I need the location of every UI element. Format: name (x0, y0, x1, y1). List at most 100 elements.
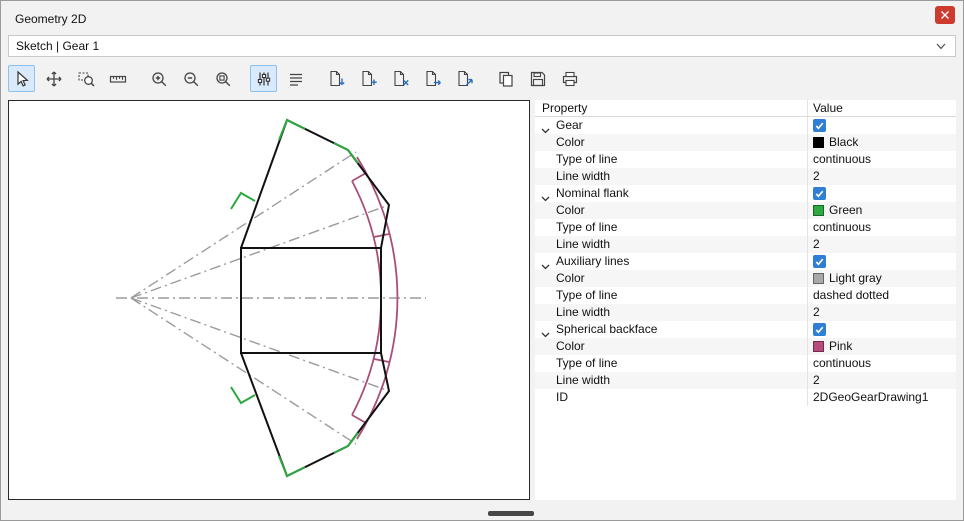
select-icon (13, 70, 31, 88)
sketch-selector-value: Sketch | Gear 1 (16, 39, 99, 53)
property-row[interactable]: Color Pink (535, 338, 956, 355)
zoom-out-tool-button[interactable] (177, 65, 204, 92)
properties-toggle-button[interactable] (250, 65, 277, 92)
zoom-fit-icon (214, 70, 232, 88)
property-label: Type of line (535, 287, 807, 304)
chevron-down-icon[interactable] (541, 190, 550, 202)
select-tool-button[interactable] (8, 65, 35, 92)
document-download-icon (327, 70, 346, 88)
color-swatch (813, 205, 824, 216)
group-label: Nominal flank (556, 186, 629, 200)
document-add-icon (359, 70, 378, 88)
gear-visibility-checkbox[interactable] (813, 119, 826, 132)
property-label: Type of line (535, 355, 807, 372)
property-value: Light gray (829, 270, 882, 287)
property-value: 2 (813, 236, 820, 253)
move-icon (45, 70, 63, 88)
titlebar: Geometry 2D (1, 1, 963, 35)
horizontal-scrollbar-thumb[interactable] (488, 511, 534, 516)
group-row-auxiliary-lines[interactable]: Auxiliary lines (535, 253, 956, 270)
group-row-nominal-flank[interactable]: Nominal flank (535, 185, 956, 202)
header-property: Property (535, 100, 807, 116)
property-row[interactable]: Type of line continuous (535, 219, 956, 236)
save-icon (529, 70, 547, 88)
property-label: Color (535, 202, 807, 219)
gear-drawing (9, 101, 529, 499)
property-label: ID (535, 389, 807, 406)
property-row[interactable]: Color Black (535, 134, 956, 151)
export-document-button[interactable] (419, 65, 446, 92)
property-value: continuous (813, 355, 871, 372)
property-value: Pink (829, 338, 852, 355)
property-row[interactable]: Line width 2 (535, 168, 956, 185)
group-label: Auxiliary lines (556, 254, 629, 268)
property-label: Line width (535, 236, 807, 253)
main-area: Property Value Gear Color (8, 100, 956, 500)
auxiliary-lines-visibility-checkbox[interactable] (813, 255, 826, 268)
list-icon (287, 70, 305, 88)
zoom-fit-tool-button[interactable] (209, 65, 236, 92)
color-swatch (813, 341, 824, 352)
zoom-in-tool-button[interactable] (145, 65, 172, 92)
zoom-out-icon (182, 70, 200, 88)
properties-rows: Gear Color Black Type of line continuous (535, 117, 956, 406)
auxiliary-lines (116, 152, 426, 444)
property-label: Line width (535, 304, 807, 321)
property-value: continuous (813, 219, 871, 236)
properties-header: Property Value (535, 100, 956, 117)
color-swatch (813, 273, 824, 284)
add-view-button[interactable] (355, 65, 382, 92)
pan-tool-button[interactable] (40, 65, 67, 92)
property-label: Color (535, 134, 807, 151)
window-title: Geometry 2D (15, 10, 935, 26)
delete-view-button[interactable] (387, 65, 414, 92)
property-row[interactable]: Color Green (535, 202, 956, 219)
property-row[interactable]: Line width 2 (535, 304, 956, 321)
sliders-icon (255, 70, 273, 88)
property-row[interactable]: Type of line continuous (535, 151, 956, 168)
close-button[interactable] (935, 6, 955, 24)
color-swatch (813, 137, 824, 148)
property-value: continuous (813, 151, 871, 168)
group-label: Spherical backface (556, 322, 657, 336)
group-row-gear[interactable]: Gear (535, 117, 956, 134)
chevron-down-icon (936, 43, 946, 50)
geometry-2d-window: { "window": { "title": "Geometry 2D" }, … (0, 0, 964, 521)
layer-list-button[interactable] (282, 65, 309, 92)
document-delete-icon (391, 70, 410, 88)
property-label: Color (535, 270, 807, 287)
close-icon (940, 10, 950, 20)
chevron-down-icon[interactable] (541, 326, 550, 338)
save-button[interactable] (524, 65, 551, 92)
document-export-icon (423, 70, 442, 88)
property-value: Black (829, 134, 858, 151)
document-report-icon (455, 70, 474, 88)
copy-button[interactable] (492, 65, 519, 92)
nominal-flank-visibility-checkbox[interactable] (813, 187, 826, 200)
print-button[interactable] (556, 65, 583, 92)
id-row[interactable]: ID 2DGeoGearDrawing1 (535, 389, 956, 406)
zoom-window-tool-button[interactable] (72, 65, 99, 92)
property-row[interactable]: Type of line continuous (535, 355, 956, 372)
property-value: Green (829, 202, 862, 219)
properties-panel: Property Value Gear Color (535, 100, 956, 500)
property-row[interactable]: Type of line dashed dotted (535, 287, 956, 304)
property-value: dashed dotted (813, 287, 889, 304)
property-row[interactable]: Line width 2 (535, 236, 956, 253)
chevron-down-icon[interactable] (541, 258, 550, 270)
group-label: Gear (556, 118, 583, 132)
group-row-spherical-backface[interactable]: Spherical backface (535, 321, 956, 338)
measure-tool-button[interactable] (104, 65, 131, 92)
export-report-button[interactable] (451, 65, 478, 92)
property-value: 2DGeoGearDrawing1 (813, 389, 928, 406)
chevron-down-icon[interactable] (541, 122, 550, 134)
property-label: Type of line (535, 219, 807, 236)
property-row[interactable]: Color Light gray (535, 270, 956, 287)
sketch-selector[interactable]: Sketch | Gear 1 (8, 35, 956, 57)
header-value: Value (807, 100, 956, 116)
drawing-canvas[interactable] (8, 100, 530, 500)
property-row[interactable]: Line width 2 (535, 372, 956, 389)
spherical-backface-visibility-checkbox[interactable] (813, 323, 826, 336)
save-view-button[interactable] (323, 65, 350, 92)
property-label: Line width (535, 168, 807, 185)
